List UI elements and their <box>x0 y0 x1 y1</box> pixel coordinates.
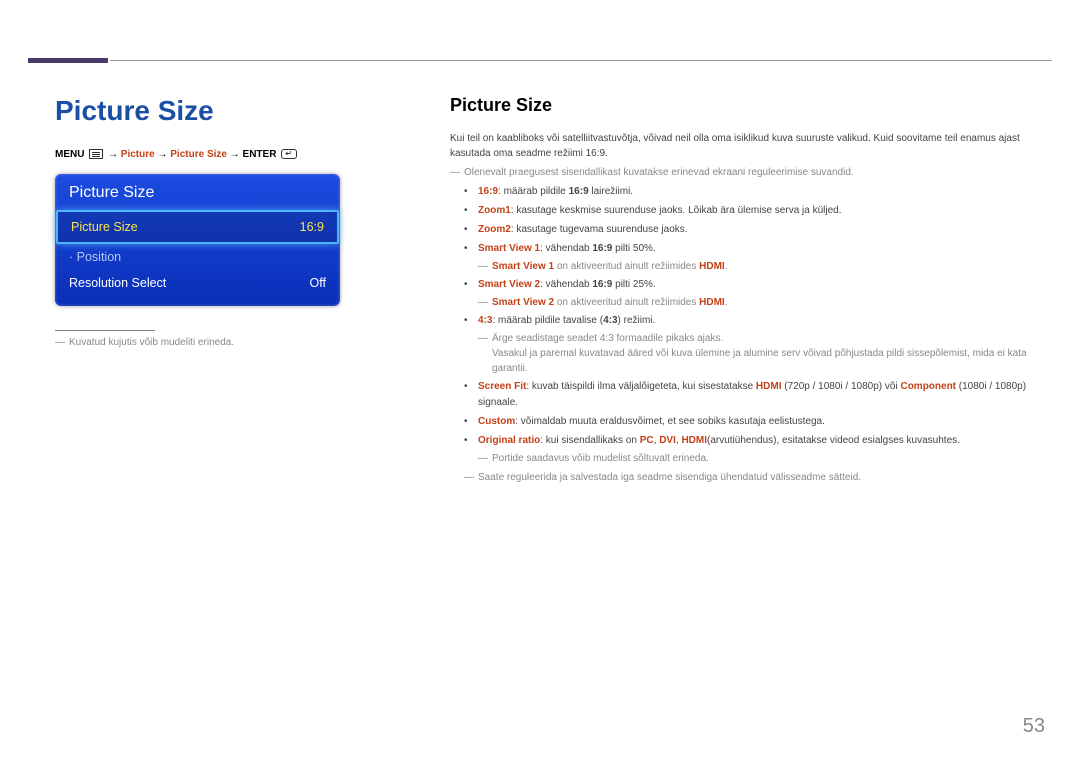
osd-row-value: 16:9 <box>300 220 324 234</box>
list-item-smart-view-2: Smart View 2: vähendab 16:9 pilti 25%. S… <box>478 277 1030 310</box>
note-sources: Olenevalt praegusest sisendallikast kuva… <box>450 165 1030 180</box>
list-item-zoom2: Zoom2: kasutage tugevama suurenduse jaok… <box>478 222 1030 238</box>
page-number: 53 <box>1023 715 1045 738</box>
list-item-original-ratio: Original ratio: kui sisendallikaks on PC… <box>478 433 1030 466</box>
section-title: Picture Size <box>450 95 1030 116</box>
list-item-16-9: 16:9: määrab pildile 16:9 lairežiimi. <box>478 184 1030 200</box>
breadcrumb-arrow: → <box>157 149 167 160</box>
breadcrumb: MENU → Picture → Picture Size → ENTER <box>55 149 400 160</box>
note-4-3: Ärge seadistage seadet 4:3 formaadile pi… <box>478 331 1030 376</box>
menu-icon <box>89 149 103 159</box>
list-item-zoom1: Zoom1: kasutage keskmise suurenduse jaok… <box>478 203 1030 219</box>
intro-text: Kui teil on kaabliboks või satelliitvast… <box>450 131 1030 161</box>
osd-row-resolution-select[interactable]: Resolution Select Off <box>55 270 340 296</box>
list-item-4-3: 4:3: määrab pildile tavalise (4:3) režii… <box>478 313 1030 376</box>
note-sv1: Smart View 1 on aktiveeritud ainult reži… <box>478 259 1030 274</box>
page-title: Picture Size <box>55 95 400 127</box>
list-item-custom: Custom: võimaldab muuta eraldusvõimet, e… <box>478 414 1030 430</box>
note-sv2: Smart View 2 on aktiveeritud ainult reži… <box>478 295 1030 310</box>
osd-row-position[interactable]: · Position <box>55 244 340 270</box>
header-divider <box>110 60 1052 61</box>
osd-row-label: Picture Size <box>71 220 138 234</box>
breadcrumb-menu: MENU <box>55 149 84 160</box>
right-column: Picture Size Kui teil on kaabliboks või … <box>450 95 1030 485</box>
osd-row-label: · Position <box>69 250 121 264</box>
osd-row-label: Resolution Select <box>69 276 166 290</box>
disclaimer-divider <box>55 330 155 331</box>
note-adjust: Saate reguleerida ja salvestada iga sead… <box>464 470 1030 485</box>
left-column: Picture Size MENU → Picture → Picture Si… <box>55 95 400 350</box>
osd-disclaimer: Kuvatud kujutis võib mudeliti erineda. <box>55 335 400 350</box>
breadcrumb-picture: Picture <box>121 149 155 160</box>
osd-title: Picture Size <box>55 180 340 210</box>
osd-panel: Picture Size Picture Size 16:9 · Positio… <box>55 174 340 306</box>
section-underline <box>28 58 108 63</box>
breadcrumb-arrow: → <box>230 149 240 160</box>
breadcrumb-arrow: → <box>108 149 118 160</box>
breadcrumb-enter: ENTER <box>243 149 277 160</box>
osd-row-value: Off <box>310 276 326 290</box>
option-list: 16:9: määrab pildile 16:9 lairežiimi. Zo… <box>450 184 1030 466</box>
note-ports: Portide saadavus võib mudelist sõltuvalt… <box>478 451 1030 466</box>
breadcrumb-picture-size: Picture Size <box>170 149 227 160</box>
osd-row-picture-size[interactable]: Picture Size 16:9 <box>56 210 339 244</box>
enter-icon <box>281 149 297 159</box>
list-item-screen-fit: Screen Fit: kuvab täispildi ilma väljalõ… <box>478 379 1030 411</box>
list-item-smart-view-1: Smart View 1: vähendab 16:9 pilti 50%. S… <box>478 241 1030 274</box>
